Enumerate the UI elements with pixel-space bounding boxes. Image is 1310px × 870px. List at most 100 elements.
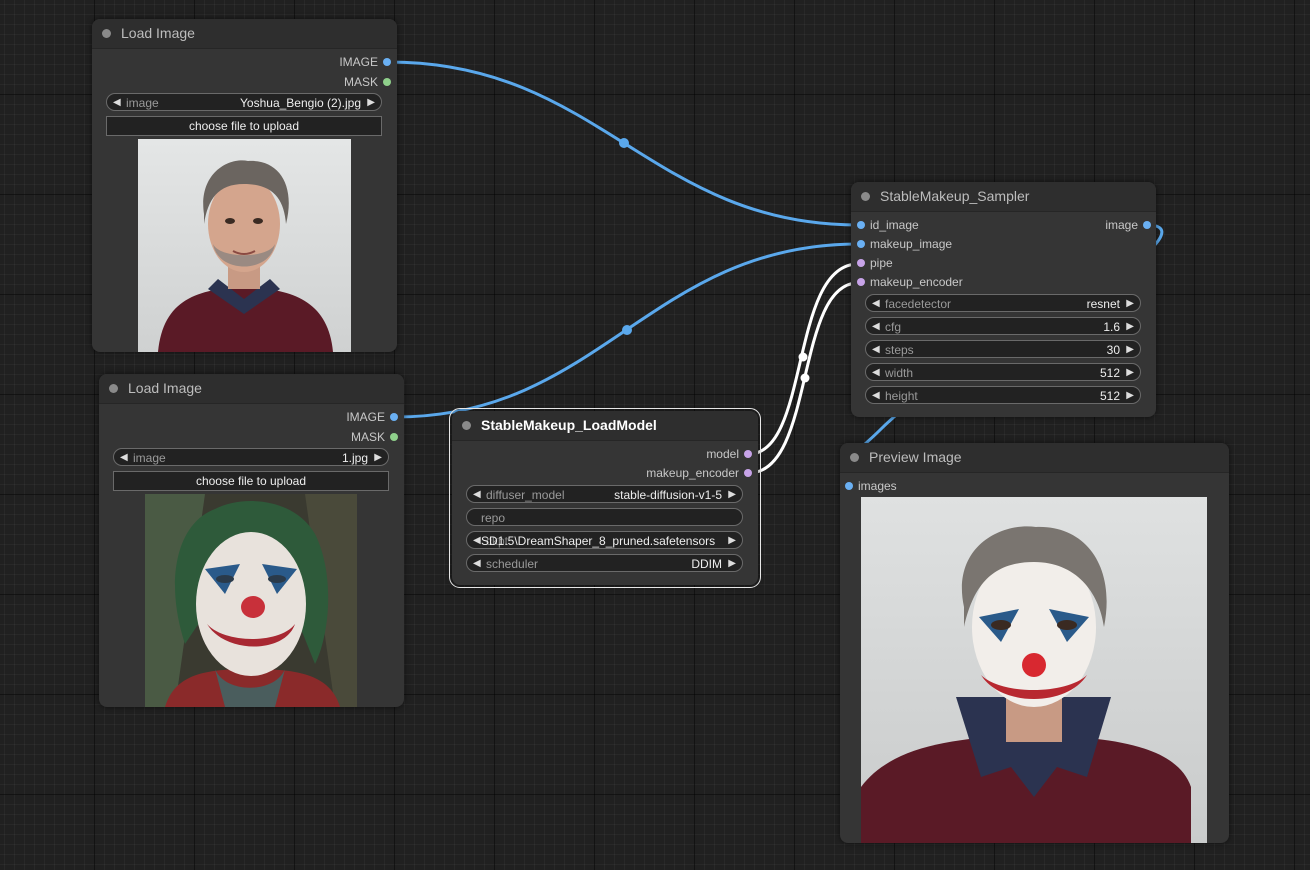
- slot-label: image: [1105, 218, 1138, 232]
- node-title: Load Image: [121, 25, 195, 41]
- right-arrow-icon[interactable]: ▶: [1126, 341, 1134, 359]
- left-arrow-icon[interactable]: ◀: [872, 341, 880, 359]
- widget-value: resnet: [1086, 297, 1120, 311]
- slot-label: MASK: [343, 75, 378, 89]
- output-mask-slot[interactable]: MASK: [242, 74, 391, 90]
- slot-label: makeup_image: [870, 237, 953, 251]
- left-arrow-icon[interactable]: ◀: [473, 532, 481, 550]
- slot-label: model: [706, 447, 739, 461]
- right-arrow-icon[interactable]: ▶: [367, 94, 375, 112]
- input-makeup-encoder-slot[interactable]: makeup_encoder: [857, 274, 1000, 290]
- collapse-dot-icon[interactable]: [850, 453, 859, 462]
- widget-label: facedetector: [885, 297, 952, 311]
- right-arrow-icon[interactable]: ▶: [1126, 364, 1134, 382]
- image-connector-icon[interactable]: [845, 482, 853, 490]
- output-mask-slot[interactable]: MASK: [249, 429, 398, 445]
- collapse-dot-icon[interactable]: [462, 421, 471, 430]
- output-model-slot[interactable]: model: [552, 446, 752, 462]
- link-midpoint[interactable]: [622, 325, 632, 335]
- load-image-node-2[interactable]: Load Image IMAGE MASK ◀ image 1.jpg ▶ ch…: [99, 374, 404, 707]
- left-arrow-icon[interactable]: ◀: [473, 555, 481, 573]
- left-arrow-icon[interactable]: ◀: [120, 449, 128, 467]
- loadmodel-node[interactable]: StableMakeup_LoadModel model makeup_enco…: [449, 408, 761, 588]
- widget-value: 1.jpg: [341, 451, 368, 465]
- link-midpoint[interactable]: [619, 138, 629, 148]
- image-combo-widget[interactable]: ◀ image 1.jpg ▶: [113, 448, 389, 466]
- node-title: StableMakeup_Sampler: [880, 188, 1030, 204]
- left-arrow-icon[interactable]: ◀: [113, 94, 121, 112]
- left-arrow-icon[interactable]: ◀: [872, 318, 880, 336]
- load-image-node-1[interactable]: Load Image IMAGE MASK ◀ image Yoshua_Ben…: [92, 19, 397, 352]
- right-arrow-icon[interactable]: ▶: [1126, 387, 1134, 405]
- node-title-bar[interactable]: Load Image: [99, 374, 404, 404]
- model-connector-icon[interactable]: [744, 469, 752, 477]
- slot-label: IMAGE: [339, 55, 378, 69]
- image-connector-icon[interactable]: [857, 240, 865, 248]
- widget-value: stable-diffusion-v1-5: [614, 488, 722, 502]
- left-arrow-icon[interactable]: ◀: [872, 295, 880, 313]
- slot-label: pipe: [870, 256, 893, 270]
- node-title-bar[interactable]: Load Image: [92, 19, 397, 49]
- sampler-node[interactable]: StableMakeup_Sampler id_image makeup_ima…: [851, 182, 1156, 417]
- widget-value: 1.6: [1103, 320, 1120, 334]
- link-load1-image-to-id-image: [388, 60, 859, 227]
- scheduler-combo[interactable]: ◀ scheduler DDIM ▶: [466, 554, 743, 572]
- node-title-bar[interactable]: StableMakeup_Sampler: [851, 182, 1156, 212]
- node-title-bar[interactable]: Preview Image: [840, 443, 1229, 473]
- output-makeup-encoder-slot[interactable]: makeup_encoder: [552, 465, 752, 481]
- upload-button[interactable]: choose file to upload: [106, 116, 382, 136]
- collapse-dot-icon[interactable]: [109, 384, 118, 393]
- height-number-widget[interactable]: ◀ height 512 ▶: [865, 386, 1141, 404]
- mask-connector-icon[interactable]: [383, 78, 391, 86]
- mask-connector-icon[interactable]: [390, 433, 398, 441]
- widget-label: steps: [885, 343, 914, 357]
- widget-label: image: [133, 451, 166, 465]
- preview-image-node[interactable]: Preview Image images: [840, 443, 1229, 843]
- left-arrow-icon[interactable]: ◀: [872, 387, 880, 405]
- link-midpoint[interactable]: [800, 373, 810, 383]
- repo-text-input[interactable]: repo: [466, 508, 743, 526]
- input-pipe-slot[interactable]: pipe: [857, 255, 1000, 271]
- image-combo-widget[interactable]: ◀ image Yoshua_Bengio (2).jpg ▶: [106, 93, 382, 111]
- right-arrow-icon[interactable]: ▶: [728, 532, 736, 550]
- right-arrow-icon[interactable]: ▶: [728, 486, 736, 504]
- image-connector-icon[interactable]: [390, 413, 398, 421]
- steps-number-widget[interactable]: ◀ steps 30 ▶: [865, 340, 1141, 358]
- diffuser-model-combo[interactable]: ◀ diffuser_model stable-diffusion-v1-5 ▶: [466, 485, 743, 503]
- image-connector-icon[interactable]: [857, 221, 865, 229]
- widget-label: image: [126, 96, 159, 110]
- node-title: Load Image: [128, 380, 202, 396]
- model-connector-icon[interactable]: [857, 278, 865, 286]
- link-midpoint[interactable]: [798, 352, 808, 362]
- widget-label: height: [885, 389, 918, 403]
- cfg-number-widget[interactable]: ◀ cfg 1.6 ▶: [865, 317, 1141, 335]
- right-arrow-icon[interactable]: ▶: [1126, 295, 1134, 313]
- slot-label: images: [858, 479, 897, 493]
- image-connector-icon[interactable]: [383, 58, 391, 66]
- model-connector-icon[interactable]: [857, 259, 865, 267]
- upload-button[interactable]: choose file to upload: [113, 471, 389, 491]
- right-arrow-icon[interactable]: ▶: [1126, 318, 1134, 336]
- input-images-slot[interactable]: images: [845, 478, 958, 494]
- input-makeup-image-slot[interactable]: makeup_image: [857, 236, 1000, 252]
- widget-label: cfg: [885, 320, 902, 334]
- input-id-image-slot[interactable]: id_image: [857, 217, 1000, 233]
- output-image-slot[interactable]: IMAGE: [242, 54, 391, 70]
- ckpt-combo[interactable]: ◀ ckpt SD1.5\DreamShaper_8_pruned.safete…: [466, 531, 743, 549]
- right-arrow-icon[interactable]: ▶: [374, 449, 382, 467]
- image-connector-icon[interactable]: [1143, 221, 1151, 229]
- left-arrow-icon[interactable]: ◀: [872, 364, 880, 382]
- widget-label: diffuser_model: [486, 488, 565, 502]
- facedetector-combo[interactable]: ◀ facedetector resnet ▶: [865, 294, 1141, 312]
- widget-value: 512: [1099, 366, 1120, 380]
- left-arrow-icon[interactable]: ◀: [473, 486, 481, 504]
- output-image-slot[interactable]: IMAGE: [249, 409, 398, 425]
- collapse-dot-icon[interactable]: [102, 29, 111, 38]
- right-arrow-icon[interactable]: ▶: [728, 555, 736, 573]
- model-connector-icon[interactable]: [744, 450, 752, 458]
- width-number-widget[interactable]: ◀ width 512 ▶: [865, 363, 1141, 381]
- node-title-bar[interactable]: StableMakeup_LoadModel: [452, 411, 758, 441]
- widget-value: DDIM: [691, 557, 722, 571]
- output-image-slot[interactable]: image: [1051, 217, 1151, 233]
- collapse-dot-icon[interactable]: [861, 192, 870, 201]
